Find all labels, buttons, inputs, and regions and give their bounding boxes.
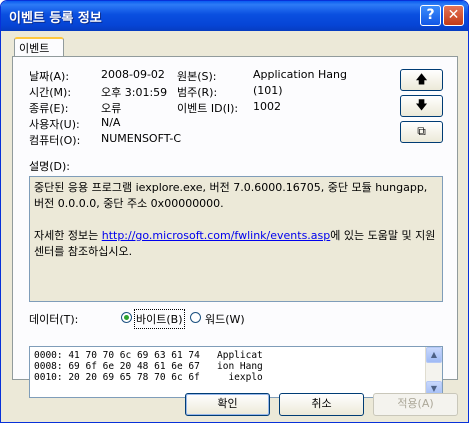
- title-bar[interactable]: 이벤트 등록 정보 ? ✕: [1, 1, 468, 31]
- close-icon: ✕: [447, 7, 460, 23]
- time-value: 오후 3:01:59: [101, 86, 168, 99]
- source-value: Application Hang: [253, 68, 347, 81]
- close-button[interactable]: ✕: [443, 5, 464, 26]
- previous-event-button[interactable]: 🡅: [400, 69, 443, 91]
- event-id-value: 1002: [253, 100, 281, 113]
- ok-button[interactable]: 확인: [185, 393, 270, 416]
- next-event-button[interactable]: 🡇: [400, 95, 443, 117]
- scroll-up-icon[interactable]: ▲: [426, 347, 442, 363]
- cancel-button[interactable]: 취소: [279, 393, 364, 416]
- help-icon: ?: [426, 7, 435, 23]
- description-label: 설명(D):: [29, 160, 70, 173]
- hex-line: 0008: 69 6f 6e 20 48 61 6e 67 ion Hang: [34, 361, 263, 372]
- user-label: 사용자(U):: [29, 118, 80, 131]
- window-title: 이벤트 등록 정보: [9, 11, 102, 26]
- hex-scrollbar[interactable]: ▲ ▼: [425, 347, 442, 397]
- user-value: N/A: [101, 116, 121, 129]
- event-properties-window: 이벤트 등록 정보 ? ✕ 이벤트 날짜(A): 2008-09-02 시간(M…: [0, 0, 469, 423]
- arrow-up-icon: 🡅: [415, 72, 428, 86]
- computer-value: NUMENSOFT-C: [101, 132, 182, 145]
- tab-event[interactable]: 이벤트: [14, 37, 64, 56]
- hex-line: 0010: 20 20 69 65 78 70 6c 6f iexplo: [34, 372, 263, 383]
- words-radio[interactable]: [190, 312, 201, 323]
- bytes-radio[interactable]: [121, 312, 132, 323]
- apply-button[interactable]: 적용(A): [373, 393, 458, 416]
- hex-line: 0000: 41 70 70 6c 69 63 61 74 Applicat: [34, 350, 263, 361]
- source-label: 원본(S):: [177, 70, 217, 83]
- description-box[interactable]: 중단된 응용 프로그램 iexplore.exe, 버전 7.0.6000.16…: [29, 176, 443, 302]
- words-radio-label[interactable]: 워드(W): [205, 311, 245, 327]
- type-label: 종류(E):: [29, 102, 69, 115]
- event-panel: 날짜(A): 2008-09-02 시간(M): 오후 3:01:59 종류(E…: [12, 56, 458, 398]
- event-id-label: 이벤트 ID(I):: [177, 102, 239, 115]
- bytes-radio-label[interactable]: 바이트(B): [134, 309, 185, 329]
- copy-icon: ⧉: [417, 124, 426, 138]
- type-value: 오류: [101, 102, 122, 115]
- help-prefix: 자세한 정보는: [34, 229, 102, 242]
- help-button[interactable]: ?: [420, 5, 441, 26]
- data-hex-box[interactable]: 0000: 41 70 70 6c 69 63 61 74 Applicat 0…: [29, 346, 443, 398]
- tab-event-label: 이벤트: [19, 42, 50, 55]
- arrow-down-icon: 🡇: [415, 98, 428, 112]
- time-label: 시간(M):: [29, 86, 72, 99]
- description-help-text: 자세한 정보는 http://go.microsoft.com/fwlink/e…: [34, 228, 438, 260]
- description-text: 중단된 응용 프로그램 iexplore.exe, 버전 7.0.6000.16…: [34, 181, 428, 210]
- data-label: 데이터(T):: [29, 313, 79, 326]
- help-link[interactable]: http://go.microsoft.com/fwlink/events.as…: [102, 229, 331, 242]
- dialog-body: 이벤트 날짜(A): 2008-09-02 시간(M): 오후 3:01:59 …: [4, 31, 465, 420]
- category-value: (101): [253, 84, 283, 97]
- computer-label: 컴퓨터(O):: [29, 134, 81, 147]
- category-label: 범주(R):: [177, 86, 218, 99]
- date-value: 2008-09-02: [101, 68, 165, 81]
- copy-button[interactable]: ⧉: [400, 121, 443, 143]
- date-label: 날짜(A):: [29, 70, 70, 83]
